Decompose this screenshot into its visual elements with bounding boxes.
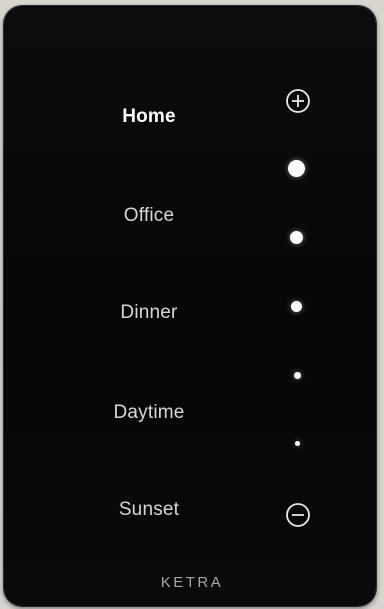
keypad-panel: Home Office Dinner Daytime Sunset — [4, 6, 376, 606]
brightness-dot-5 — [295, 441, 300, 446]
brightness-dot-3 — [291, 301, 302, 312]
brightness-dot-2 — [290, 231, 303, 244]
plus-circle-icon — [286, 89, 310, 113]
scene-button-daytime[interactable]: Daytime — [64, 402, 234, 424]
brand-logo: KETRA — [160, 574, 224, 591]
scene-button-sunset[interactable]: Sunset — [64, 499, 234, 521]
scene-button-office[interactable]: Office — [64, 205, 234, 227]
decrease-brightness-button[interactable] — [285, 502, 311, 528]
brightness-dot-4 — [294, 372, 301, 379]
scene-button-home[interactable]: Home — [64, 106, 234, 128]
minus-circle-icon — [286, 503, 310, 527]
scene-button-dinner[interactable]: Dinner — [64, 302, 234, 324]
brightness-dot-1 — [288, 160, 305, 177]
increase-brightness-button[interactable] — [285, 88, 311, 114]
